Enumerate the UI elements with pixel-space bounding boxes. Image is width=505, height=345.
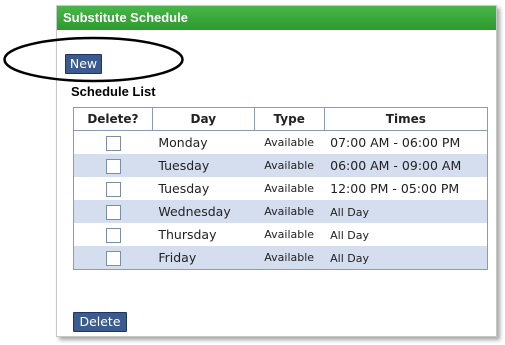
- column-header-day: Day: [151, 107, 255, 131]
- table-row: Tuesday Available 12:00 PM - 05:00 PM: [74, 177, 488, 200]
- times-cell: 12:00 PM - 05:00 PM: [330, 181, 460, 196]
- type-cell: Available: [264, 228, 315, 241]
- table-row: Thursday Available All Day: [74, 223, 488, 246]
- column-header-times: Times: [323, 107, 489, 131]
- delete-checkbox[interactable]: [105, 250, 121, 266]
- table-row: Friday Available All Day: [73, 246, 488, 270]
- delete-checkbox[interactable]: [105, 158, 121, 174]
- times-cell: All Day: [330, 229, 369, 242]
- type-cell: Available: [264, 136, 315, 149]
- times-cell: All Day: [330, 206, 369, 219]
- delete-checkbox[interactable]: [105, 227, 121, 243]
- column-header-type: Type: [253, 107, 325, 131]
- times-cell: All Day: [330, 252, 369, 265]
- day-cell: Thursday: [158, 227, 217, 242]
- table-header-row: Delete? Day Type Times: [73, 107, 489, 131]
- panel-title: Substitute Schedule: [57, 6, 496, 30]
- delete-button[interactable]: Delete: [73, 312, 127, 332]
- day-cell: Tuesday: [158, 181, 210, 196]
- substitute-schedule-panel: Substitute Schedule New Schedule List De…: [56, 5, 497, 337]
- times-cell: 07:00 AM - 06:00 PM: [330, 135, 461, 150]
- day-cell: Monday: [158, 135, 208, 150]
- schedule-list-title: Schedule List: [71, 84, 156, 99]
- delete-checkbox[interactable]: [105, 135, 121, 151]
- type-cell: Available: [254, 200, 325, 223]
- times-cell: 06:00 AM - 09:00 AM: [330, 158, 462, 173]
- table-row: Wednesday Available All Day: [73, 200, 488, 223]
- table-row: Monday Available 07:00 AM - 06:00 PM: [74, 131, 488, 155]
- delete-checkbox[interactable]: [105, 204, 121, 220]
- day-cell: Friday: [152, 246, 255, 270]
- table-row: Tuesday Available 06:00 AM - 09:00 AM: [73, 154, 488, 177]
- new-button[interactable]: New: [65, 54, 102, 74]
- delete-checkbox[interactable]: [105, 181, 121, 197]
- type-cell: Available: [264, 182, 315, 195]
- schedule-table: Delete? Day Type Times Monday Available …: [73, 107, 489, 270]
- day-cell: Tuesday: [152, 154, 255, 177]
- day-cell: Wednesday: [152, 200, 255, 223]
- type-cell: Available: [254, 154, 325, 177]
- type-cell: Available: [254, 246, 325, 270]
- column-header-delete: Delete?: [73, 107, 153, 131]
